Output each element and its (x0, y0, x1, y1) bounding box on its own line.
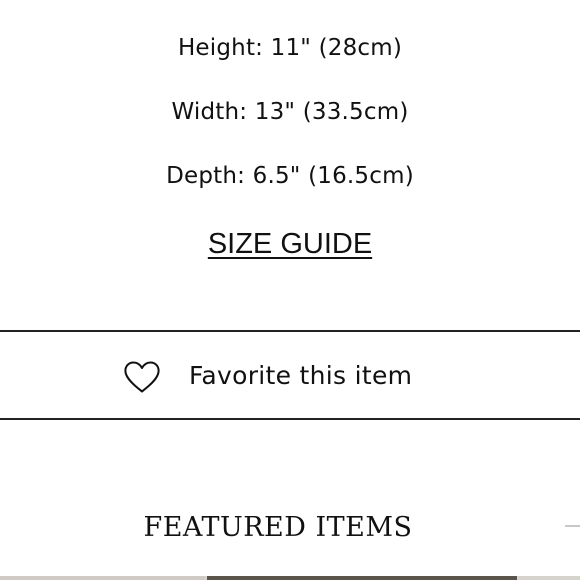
carousel-indicator (565, 525, 580, 527)
size-guide-link[interactable]: SIZE GUIDE (0, 226, 580, 262)
dimension-depth: Depth: 6.5" (16.5cm) (166, 163, 414, 189)
favorite-button[interactable]: Favorite this item (0, 330, 580, 420)
featured-items-heading: FEATURED ITEMS (143, 512, 413, 543)
featured-item-image[interactable] (0, 576, 205, 580)
featured-items-carousel[interactable] (0, 576, 580, 580)
dimension-width: Width: 13" (33.5cm) (171, 99, 409, 125)
heart-outline-icon (124, 361, 160, 393)
featured-item-image[interactable] (519, 576, 580, 580)
dimension-height: Height: 11" (28cm) (177, 35, 403, 61)
featured-item-image[interactable] (207, 576, 517, 580)
favorite-label: Favorite this item (189, 361, 413, 390)
